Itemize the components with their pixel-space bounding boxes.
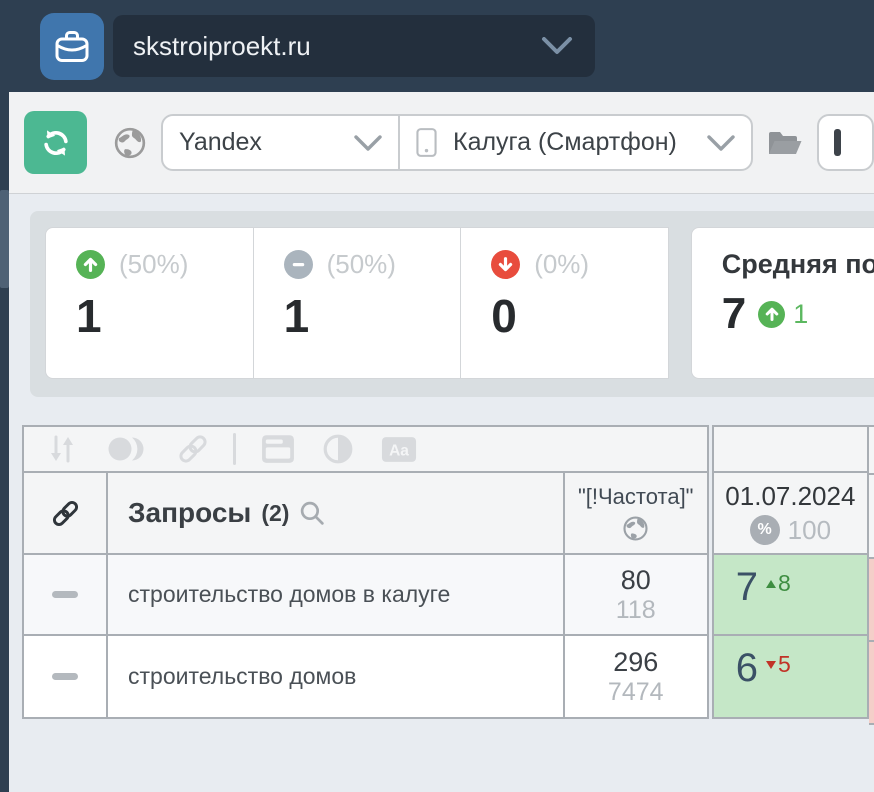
- projects-button[interactable]: [40, 13, 104, 80]
- query-text: строительство домов в калуге: [128, 581, 450, 608]
- frequency-cell: 296 7474: [565, 636, 707, 717]
- date-percent-value: 100: [788, 515, 831, 546]
- venn-circles-icon[interactable]: [106, 433, 148, 465]
- arrow-down-circle-icon: [491, 250, 520, 279]
- search-engine-value: Yandex: [179, 128, 262, 157]
- briefcase-icon: [54, 29, 90, 64]
- table-row: строительство домов в калуге 80 118: [24, 555, 707, 636]
- refresh-icon: [41, 128, 71, 158]
- dash-icon: [52, 591, 78, 598]
- sidebar-scroll-thumb[interactable]: [0, 190, 9, 288]
- date-column: 01.07.2024 % 100 7 8 6 5: [712, 425, 869, 719]
- globe-icon: [622, 515, 649, 542]
- table-row: строительство домов 296 7474: [24, 636, 707, 717]
- groups-folder-button[interactable]: [766, 127, 804, 158]
- date-column-top-cell: [714, 427, 867, 473]
- arrow-up-circle-icon: [758, 301, 785, 328]
- date-label: 01.07.2024: [725, 481, 855, 512]
- link-icon[interactable]: [175, 431, 211, 467]
- links-column-header[interactable]: [24, 473, 108, 553]
- arrow-up-circle-icon: [76, 250, 105, 279]
- partial-glyph: [834, 129, 841, 156]
- project-domain: skstroiproekt.ru: [133, 31, 311, 62]
- stat-value: 1: [76, 293, 253, 339]
- average-position-label: Средняя позиция: [722, 249, 874, 280]
- position-value: 6: [736, 648, 758, 688]
- region-value: Калуга (Смартфон): [453, 128, 677, 157]
- svg-text:Aa: Aa: [389, 442, 409, 459]
- top-bar: skstroiproekt.ru: [0, 0, 874, 92]
- link-icon: [49, 497, 82, 530]
- query-text: строительство домов: [128, 663, 356, 690]
- stat-percent: (50%): [119, 249, 188, 280]
- text-style-icon[interactable]: Aa: [381, 434, 417, 465]
- next-date-column-sliver: [869, 425, 874, 725]
- frequency-sub-value: 7474: [608, 678, 664, 707]
- queries-column-header[interactable]: Запросы (2): [108, 473, 565, 553]
- position-value: 7: [736, 567, 758, 607]
- average-position-value: 7: [722, 292, 746, 336]
- left-sidebar-strip: [0, 92, 9, 792]
- frequency-value: 296: [613, 647, 658, 678]
- stat-percent: (50%): [327, 249, 396, 280]
- frequency-sub-value: 118: [616, 596, 656, 625]
- stat-value: 1: [284, 293, 461, 339]
- stat-percent: (0%): [534, 249, 589, 280]
- positions-table: Aa Запросы: [22, 425, 874, 725]
- queries-table: Aa Запросы: [22, 425, 709, 719]
- all-search-engines-button[interactable]: [113, 126, 147, 160]
- position-change-down: 5: [766, 651, 791, 678]
- target-filter-control-partial[interactable]: [817, 114, 874, 171]
- contrast-icon[interactable]: [322, 433, 354, 465]
- refresh-button[interactable]: [24, 111, 87, 174]
- filters-toolbar: Yandex Калуга (Смартфон): [9, 92, 874, 194]
- frequency-header-label: "[!Частота]": [578, 484, 694, 510]
- globe-icon: [113, 126, 147, 160]
- position-cell[interactable]: 6 5: [714, 636, 867, 717]
- average-position-change: 1: [793, 299, 808, 330]
- position-cell[interactable]: 7 8: [714, 555, 867, 636]
- summary-panel: (50%) 1 (50%) 1 (0%): [30, 211, 874, 397]
- sort-icon[interactable]: [45, 433, 79, 465]
- frequency-column-header[interactable]: "[!Частота]": [565, 473, 707, 553]
- frequency-value: 80: [621, 565, 651, 596]
- stat-value: 0: [491, 293, 668, 339]
- stat-card-down[interactable]: (0%) 0: [460, 227, 669, 379]
- queries-header-label: Запросы: [128, 497, 251, 529]
- chevron-down-icon: [541, 37, 573, 55]
- dash-icon: [52, 673, 78, 680]
- query-cell[interactable]: строительство домов в калуге: [108, 555, 565, 634]
- folder-open-icon: [766, 127, 804, 158]
- search-engine-select[interactable]: Yandex: [163, 116, 400, 169]
- smartphone-icon: [416, 127, 437, 158]
- percent-badge-icon: %: [750, 515, 780, 545]
- query-cell[interactable]: строительство домов: [108, 636, 565, 717]
- row-drag-handle[interactable]: [24, 636, 108, 717]
- frequency-cell: 80 118: [565, 555, 707, 634]
- table-header-row: Запросы (2) "[!Частота]": [24, 473, 707, 555]
- project-domain-select[interactable]: skstroiproekt.ru: [113, 15, 595, 77]
- toolbar-divider: [233, 433, 236, 465]
- search-icon[interactable]: [299, 500, 326, 527]
- row-drag-handle[interactable]: [24, 555, 108, 634]
- triangle-up-icon: [766, 580, 776, 588]
- engine-region-select-group: Yandex Калуга (Смартфон): [161, 114, 753, 171]
- chevron-down-icon: [354, 135, 382, 151]
- table-toolbar: Aa: [24, 427, 707, 473]
- stat-card-average-position[interactable]: Средняя позиция 7 1: [691, 227, 874, 379]
- stat-card-same[interactable]: (50%) 1: [253, 227, 462, 379]
- window-icon[interactable]: [261, 434, 295, 464]
- date-column-header[interactable]: 01.07.2024 % 100: [714, 473, 867, 555]
- minus-circle-icon: [284, 250, 313, 279]
- queries-count: (2): [261, 500, 289, 527]
- position-change-up: 8: [766, 570, 791, 597]
- stat-card-up[interactable]: (50%) 1: [45, 227, 254, 379]
- chevron-down-icon: [707, 135, 735, 151]
- triangle-down-icon: [766, 661, 776, 669]
- region-select[interactable]: Калуга (Смартфон): [400, 116, 751, 169]
